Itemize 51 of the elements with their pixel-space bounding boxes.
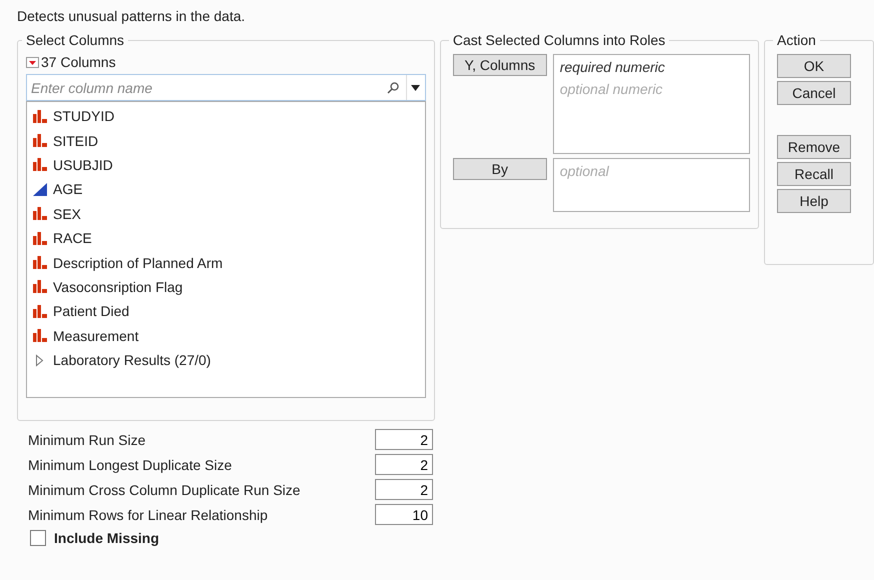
number-field[interactable]: 2 — [375, 429, 433, 450]
description-text: Detects unusual patterns in the data. — [17, 7, 246, 26]
option-label: Minimum Cross Column Duplicate Run Size — [28, 482, 300, 498]
column-item[interactable]: RACE — [33, 226, 419, 250]
bar-chart-icon — [33, 134, 47, 148]
option-label: Minimum Rows for Linear Relationship — [28, 506, 268, 522]
action-button[interactable]: Recall — [777, 162, 851, 186]
number-field[interactable]: 2 — [375, 454, 433, 475]
panel-title: Select Columns — [25, 32, 126, 48]
option-label: Minimum Run Size — [28, 432, 146, 448]
column-item[interactable]: Measurement — [33, 324, 419, 348]
column-count: 37 Columns — [41, 54, 116, 70]
number-field[interactable]: 2 — [375, 479, 433, 500]
column-item[interactable]: Vasoconsription Flag — [33, 274, 419, 300]
action-button[interactable]: Remove — [777, 135, 851, 159]
bar-chart-icon — [33, 304, 47, 318]
role-hint: optional — [560, 163, 610, 181]
bar-chart-icon — [33, 207, 47, 220]
column-item[interactable]: Patient Died — [33, 299, 419, 324]
column-item[interactable]: SEX — [33, 202, 419, 226]
bar-chart-icon — [33, 158, 47, 172]
action-button[interactable]: Cancel — [777, 81, 851, 105]
role-button[interactable]: By — [452, 158, 547, 180]
bar-chart-icon — [33, 232, 47, 245]
action-button[interactable]: Help — [777, 189, 851, 213]
panel-title: Cast Selected Columns into Roles — [452, 32, 666, 48]
number-field[interactable]: 10 — [375, 504, 433, 525]
role-hint: optional numeric — [560, 81, 664, 99]
bar-chart-icon — [33, 110, 47, 123]
action-button[interactable]: OK — [777, 54, 851, 78]
role-button[interactable]: Y, Columns — [452, 54, 547, 76]
caret-icon — [411, 84, 420, 90]
panel-title: Action — [776, 32, 817, 48]
search-icon[interactable] — [386, 80, 400, 94]
column-item[interactable]: SITEID — [33, 128, 419, 153]
search-field[interactable]: Enter column name — [27, 80, 386, 96]
option-label: Minimum Longest Duplicate Size — [28, 456, 232, 472]
search-bar[interactable]: Enter column name — [26, 74, 426, 101]
bar-chart-icon — [33, 280, 47, 294]
column-item[interactable]: Description of Planned Arm — [33, 250, 419, 275]
triangle-icon — [33, 182, 47, 196]
column-item[interactable]: STUDYID — [33, 104, 419, 128]
bar-chart-icon — [33, 329, 47, 342]
checkbox-label: Include Missing — [54, 530, 160, 546]
column-item[interactable]: Laboratory Results (27/0) — [33, 348, 419, 372]
checkbox[interactable] — [30, 530, 46, 546]
column-item[interactable]: USUBJID — [33, 152, 419, 178]
role-box[interactable]: required numeric optional numeric — [552, 54, 750, 154]
column-item[interactable]: AGE — [33, 177, 419, 202]
bar-chart-icon — [33, 256, 47, 270]
role-hint: required numeric — [560, 59, 666, 77]
